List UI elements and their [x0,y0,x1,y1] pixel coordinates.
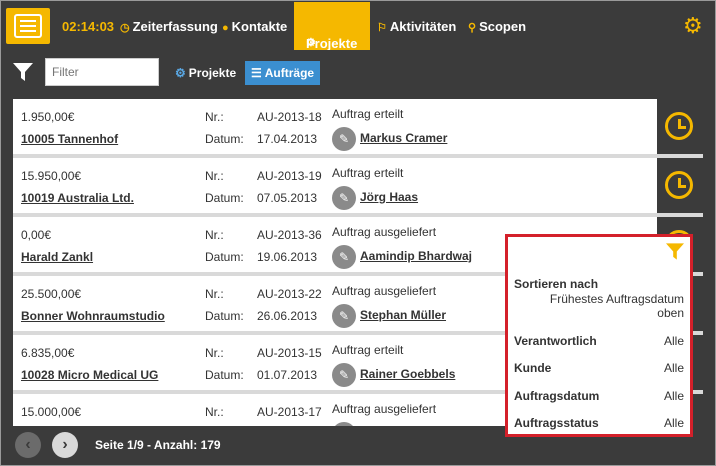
order-amount: 6.835,00€ [21,346,75,360]
order-customer-link[interactable]: Harald Zankl [21,250,93,264]
ticket-icon: ✎ [332,304,356,328]
ticket-icon: ✎ [332,127,356,151]
nav-label: Aktivitäten [389,19,457,34]
top-navigation-bar: 02:14:03 ◷ Zeiterfassung ● Kontakte ⚙ Proje… [2,2,715,51]
order-date: 17.04.2013 [257,132,318,146]
app-window: 02:14:03 ◷ Zeiterfassung ● Kontakte ⚙ Proje… [0,0,716,466]
order-amount: 15.000,00€ [21,405,82,419]
order-status: Auftrag ausgeliefert [332,225,437,239]
order-number: AU-2013-36 [257,228,322,242]
tab-label: Aufträge [264,66,315,80]
nav-projekte[interactable]: ⚙ Projekte [294,2,370,51]
nav-scopen[interactable]: ⚲ Scopen [468,19,526,34]
filter-label: Auftragsstatus [514,416,599,430]
filter-bar: ⚙Projekte ☰Aufträge [2,50,715,95]
nav-kontakte[interactable]: ● Kontakte [222,19,287,34]
order-status: Auftrag ausgeliefert [332,284,437,298]
filter-value: Alle [663,416,684,430]
filter-value: Alle [663,389,684,403]
order-responsible-link[interactable]: Markus Cramer [360,131,447,145]
order-row[interactable]: 15.950,00€ 10019 Australia Ltd. Nr.: AU-… [13,158,703,213]
order-date: 26.06.2013 [257,309,318,323]
tab-auftraege[interactable]: ☰ Aufträge [245,61,321,85]
sort-filter-popup: Sortieren nach Frühestes Auftragsdatum o… [505,234,693,437]
order-number: AU-2013-18 [257,110,322,124]
order-amount: 1.950,00€ [21,110,75,124]
order-number-label: Nr.: [205,287,224,301]
order-date-label: Datum: [205,191,244,205]
person-icon: ● [222,22,229,34]
main-menu-button[interactable] [6,8,50,44]
order-amount: 0,00€ [21,228,52,242]
filter-label: Verantwortlich [514,334,597,348]
nav-label: Scopen [479,19,527,34]
filter-label: Kunde [514,361,552,375]
order-customer-link[interactable]: 10028 Micro Medical UG [21,368,158,382]
search-icon: ⚲ [468,22,477,34]
order-number-label: Nr.: [205,346,224,360]
order-number: AU-2013-19 [257,169,322,183]
order-number-label: Nr.: [205,110,224,124]
time-tracking-button[interactable] [657,158,703,213]
list-icon: ☰ [251,66,262,80]
ticket-icon: ✎ [332,363,356,387]
order-date: 19.06.2013 [257,250,318,264]
tab-label: Projekte [188,66,237,80]
order-customer-link[interactable]: Bonner Wohnraumstudio [21,309,165,323]
order-responsible-link[interactable]: Jörg Haas [360,190,418,204]
order-number-label: Nr.: [205,169,224,183]
nav-zeiterfassung[interactable]: ◷ Zeiterfassung [120,19,218,34]
order-amount: 15.950,00€ [21,169,82,183]
ticket-icon: ✎ [332,186,356,210]
order-customer-link[interactable]: 10019 Australia Ltd. [21,191,134,205]
order-number-label: Nr.: [205,405,224,419]
clock-icon [665,171,693,199]
order-date-label: Datum: [205,368,244,382]
filter-funnel-icon[interactable] [13,63,33,81]
sort-by-label: Sortieren nach [514,277,599,291]
tab-projekte[interactable]: ⚙ Projekte [169,61,242,85]
filter-funnel-icon[interactable] [666,243,684,260]
nav-label: Projekte [306,36,358,51]
order-responsible-link[interactable]: Aamindip Bhardwaj [360,249,472,263]
order-number: AU-2013-15 [257,346,322,360]
order-responsible-link[interactable]: Rainer Goebbels [360,367,455,381]
nav-label: Zeiterfassung [132,19,218,34]
order-row[interactable]: 1.950,00€ 10005 Tannenhof Nr.: AU-2013-1… [13,99,703,154]
gears-icon: ⚙ [175,66,186,80]
nav-label: Kontakte [231,19,288,34]
order-responsible-link[interactable]: Stephan Müller [360,308,446,322]
order-date: 07.05.2013 [257,191,318,205]
filter-value: Alle [663,334,684,348]
order-status: Auftrag erteilt [332,343,404,357]
order-date: 01.07.2013 [257,368,318,382]
order-number: AU-2013-17 [257,405,322,419]
order-date-label: Datum: [205,132,244,146]
order-number-label: Nr.: [205,228,224,242]
menu-icon [14,14,42,38]
order-amount: 25.500,00€ [21,287,82,301]
page-info: Seite 1/9 - Anzahl: 179 [95,438,221,452]
ticket-icon: ✎ [332,245,356,269]
filter-label: Auftragsdatum [514,389,600,403]
order-status: Auftrag ausgeliefert [332,402,437,416]
filter-value: Alle [663,361,684,375]
order-customer-link[interactable]: 10005 Tannenhof [21,132,118,146]
filter-input[interactable] [45,58,159,86]
nav-aktivitaeten[interactable]: ⚐ Aktivitäten [377,19,456,34]
time-tracking-button[interactable] [657,99,703,154]
order-number: AU-2013-22 [257,287,322,301]
timer-display[interactable]: 02:14:03 [62,19,114,34]
next-page-button[interactable]: › [52,432,78,458]
order-date-label: Datum: [205,250,244,264]
settings-gear-icon[interactable]: ⚙ [683,15,705,37]
previous-page-button[interactable]: ‹ [15,432,41,458]
order-date-label: Datum: [205,309,244,323]
flag-icon: ⚐ [377,22,387,34]
order-status: Auftrag erteilt [332,166,404,180]
order-status: Auftrag erteilt [332,107,404,121]
clock-icon: ◷ [120,22,130,34]
sort-by-value[interactable]: Frühestes Auftragsdatum oben [524,292,684,320]
clock-icon [665,112,693,140]
